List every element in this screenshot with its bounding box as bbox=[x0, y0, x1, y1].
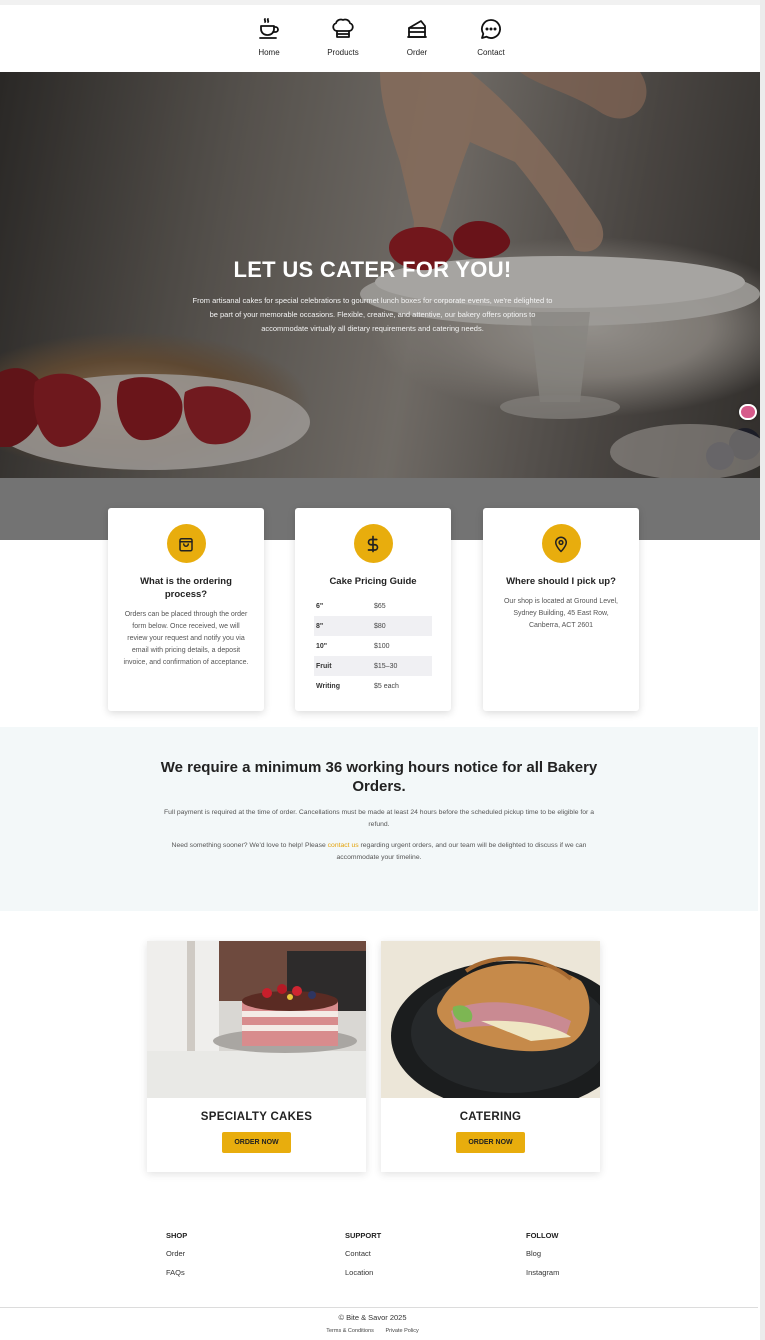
card-title: What is the ordering process? bbox=[140, 576, 232, 600]
croissant-photo bbox=[381, 941, 600, 1098]
card-text: Our shop is located at Ground Level, Syd… bbox=[503, 598, 618, 629]
chat-bubble-icon bbox=[481, 19, 501, 39]
floating-widget-icon[interactable] bbox=[739, 404, 757, 420]
card-title: Cake Pricing Guide bbox=[329, 576, 417, 587]
notice-title: We require a minimum 36 working hours no… bbox=[160, 759, 598, 795]
price-value: $100 bbox=[374, 642, 390, 650]
footer-heading: SHOP bbox=[166, 1231, 188, 1240]
order-now-button[interactable]: ORDER NOW bbox=[456, 1132, 525, 1153]
card-icon-circle bbox=[541, 524, 581, 563]
footer-link-instagram[interactable]: Instagram bbox=[526, 1268, 559, 1277]
order-now-button[interactable]: ORDER NOW bbox=[222, 1132, 291, 1153]
card-icon-circle bbox=[166, 524, 206, 563]
footer-link-contact[interactable]: Contact bbox=[345, 1249, 381, 1258]
nav-item-order[interactable]: Order bbox=[380, 5, 454, 72]
footer-follow-column: FOLLOW Blog Instagram bbox=[526, 1231, 559, 1287]
hero-title: LET US CATER FOR YOU! bbox=[233, 257, 512, 282]
footer-support-column: SUPPORT Contact Location bbox=[345, 1231, 381, 1287]
card-icon-circle bbox=[353, 524, 393, 563]
price-value: $5 each bbox=[374, 682, 399, 690]
nav-item-home[interactable]: Home bbox=[232, 5, 306, 72]
footer-divider bbox=[0, 1307, 758, 1308]
hero-text: From artisanal cakes for special celebra… bbox=[192, 296, 553, 333]
table-row: 8" $80 bbox=[314, 616, 432, 636]
price-size: Fruit bbox=[314, 656, 372, 676]
notice-payment-text: Full payment is required at the time of … bbox=[164, 809, 594, 828]
footer-link-blog[interactable]: Blog bbox=[526, 1249, 559, 1258]
product-name: SPECIALTY CAKES bbox=[200, 1111, 313, 1123]
nav-label: Contact bbox=[477, 48, 505, 57]
pricing-guide-card: Cake Pricing Guide 6" $65 8" $80 10" $100 F… bbox=[295, 508, 451, 711]
table-row: Writing $5 each bbox=[314, 676, 432, 696]
price-size: 10" bbox=[316, 642, 328, 650]
copyright: © Bite & Savor 2025 bbox=[338, 1313, 407, 1322]
cake-slice-icon bbox=[407, 20, 427, 38]
notice-text-before: Need something sooner? We'd love to help… bbox=[171, 842, 328, 849]
legal-links: Terms & Conditions Private Policy bbox=[0, 1328, 745, 1334]
nav-label: Home bbox=[258, 48, 280, 57]
price-table: 6" $65 8" $80 10" $100 Fruit $15–30 Writing $… bbox=[314, 596, 432, 696]
price-value: $65 bbox=[374, 602, 386, 610]
notice-text-after: regarding urgent orders, and our team wi… bbox=[336, 842, 587, 861]
product-name: CATERING bbox=[459, 1111, 522, 1123]
catering-image bbox=[381, 941, 600, 1098]
nav-label: Order bbox=[406, 48, 428, 57]
cake-photo bbox=[147, 941, 366, 1098]
pickup-location-card: Where should I pick up? Our shop is loca… bbox=[483, 508, 639, 711]
privacy-link[interactable]: Private Policy bbox=[385, 1328, 418, 1334]
location-pin-icon bbox=[555, 536, 567, 552]
table-row: 10" $100 bbox=[314, 636, 432, 656]
coffee-cup-icon bbox=[259, 18, 279, 39]
nav-label: Products bbox=[327, 48, 359, 57]
notice-urgent-text: Need something sooner? We'd love to help… bbox=[159, 840, 599, 864]
footer-heading: SUPPORT bbox=[345, 1231, 382, 1240]
ordering-process-card: What is the ordering process? Orders can… bbox=[108, 508, 264, 711]
chef-hat-icon bbox=[332, 18, 354, 38]
table-row: Fruit $15–30 bbox=[314, 656, 432, 676]
price-size: 6" bbox=[316, 602, 324, 610]
price-size: 8" bbox=[314, 616, 372, 636]
footer-link-location[interactable]: Location bbox=[345, 1268, 381, 1277]
specialty-cake-image bbox=[147, 941, 366, 1098]
shopping-bag-icon bbox=[179, 537, 193, 551]
nav-item-contact[interactable]: Contact bbox=[454, 5, 528, 72]
footer-shop-column: SHOP Order FAQs bbox=[166, 1231, 187, 1287]
price-size: Writing bbox=[316, 682, 340, 690]
footer-link-order[interactable]: Order bbox=[166, 1249, 187, 1258]
main-nav: Home Products Order Contact bbox=[0, 5, 760, 72]
notice-section: We require a minimum 36 working hours no… bbox=[0, 727, 758, 911]
price-value: $15–30 bbox=[372, 656, 432, 676]
catering-card: CATERING ORDER NOW bbox=[381, 941, 600, 1172]
footer-heading: FOLLOW bbox=[526, 1231, 559, 1240]
specialty-cakes-card: SPECIALTY CAKES ORDER NOW bbox=[147, 941, 366, 1172]
terms-link[interactable]: Terms & Conditions bbox=[326, 1328, 374, 1334]
dollar-icon bbox=[367, 535, 379, 552]
table-row: 6" $65 bbox=[314, 596, 432, 616]
contact-us-link[interactable]: contact us bbox=[328, 842, 359, 849]
scrollbar[interactable] bbox=[760, 0, 765, 1340]
card-title: Where should I pick up? bbox=[506, 576, 616, 587]
price-value: $80 bbox=[372, 616, 432, 636]
nav-item-products[interactable]: Products bbox=[306, 5, 380, 72]
card-text: Orders can be placed through the order f… bbox=[123, 611, 249, 666]
hero-banner: LET US CATER FOR YOU! From artisanal cak… bbox=[0, 72, 760, 478]
footer-link-faqs[interactable]: FAQs bbox=[166, 1268, 187, 1277]
